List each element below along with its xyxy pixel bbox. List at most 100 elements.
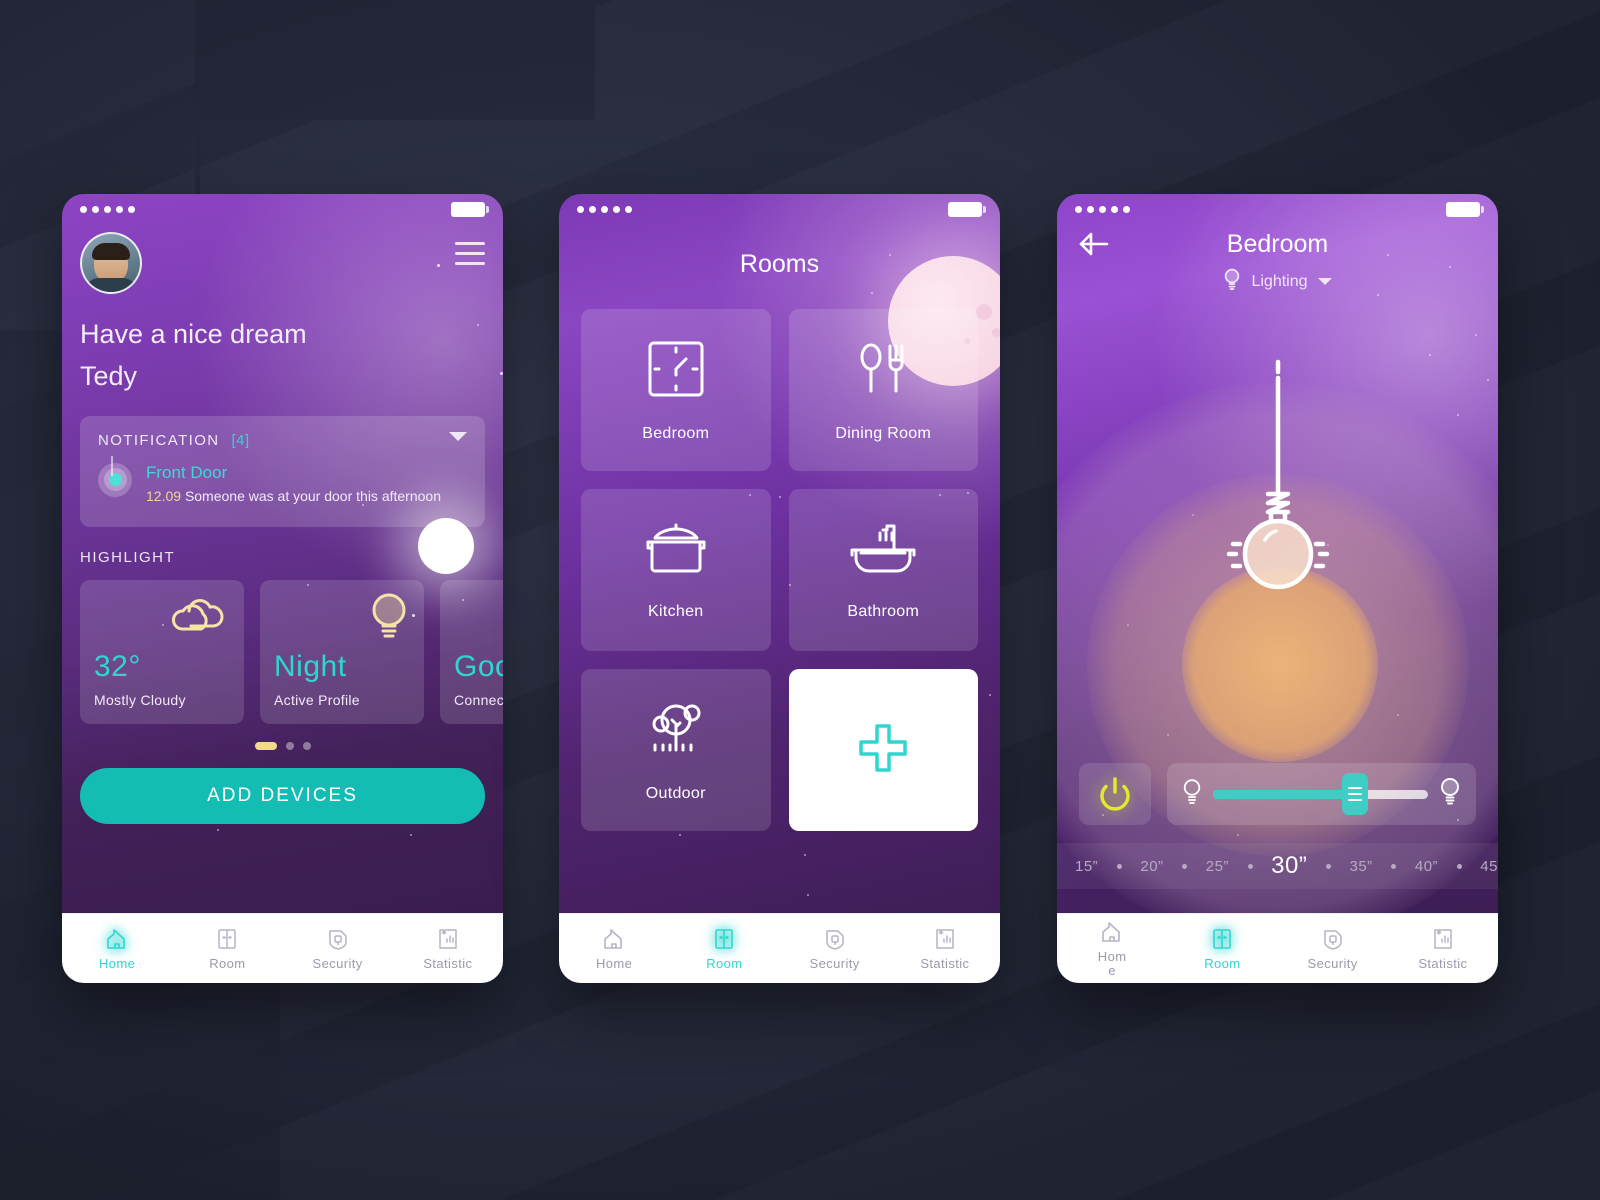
tab-security[interactable]: Security <box>780 926 890 971</box>
tab-home[interactable]: Home <box>559 926 669 971</box>
tab-security[interactable]: Security <box>1278 926 1388 971</box>
page-title: Bedroom <box>1226 230 1329 258</box>
canvas: Have a nice dream Tedy NOTIFICATION [4] … <box>0 0 1600 1200</box>
room-card-dining[interactable]: Dining Room <box>788 309 978 471</box>
pager-dot[interactable] <box>285 741 294 750</box>
slider-track[interactable] <box>1213 773 1428 815</box>
tab-room[interactable]: Room <box>172 926 282 971</box>
phone-screen-home: Have a nice dream Tedy NOTIFICATION [4] … <box>62 194 503 983</box>
room-label: Dining Room <box>835 424 932 442</box>
ruler-tick[interactable]: 15” <box>1075 858 1098 875</box>
tab-statistic[interactable]: Statistic <box>890 926 1000 971</box>
ruler-separator <box>1325 863 1331 869</box>
hamburger-menu-icon[interactable] <box>455 232 485 272</box>
highlight-card-weather[interactable]: 32° Mostly Cloudy <box>80 579 244 724</box>
highlight-label: HIGHLIGHT <box>80 548 176 566</box>
battery-icon <box>451 201 489 217</box>
door-icon <box>1209 926 1235 952</box>
tab-room[interactable]: Room <box>1167 926 1277 971</box>
tab-label: Statistic <box>1418 956 1468 972</box>
notification-count: [4] <box>231 431 250 449</box>
notification-header: NOTIFICATION [4] <box>98 432 467 449</box>
greeting-block: Have a nice dream Tedy <box>80 314 485 398</box>
tab-statistic[interactable]: Statistic <box>393 926 503 971</box>
battery-icon <box>948 201 986 217</box>
greeting-line-2: Tedy <box>80 360 138 391</box>
slider-knob[interactable] <box>1341 773 1368 815</box>
add-devices-button[interactable]: ADD DEVICES <box>80 767 485 824</box>
highlight-card-device[interactable]: Goog Connec <box>440 579 503 724</box>
screen-rooms: Rooms Bedroom Dining Room Kitchen Bathro… <box>559 194 1000 913</box>
lightbulb-icon <box>1223 268 1241 295</box>
avatar[interactable] <box>80 232 142 294</box>
bathtub-shower-icon <box>850 520 916 583</box>
distance-ruler[interactable]: 15” 20” 25” 30” 35” 40” 45 <box>1057 843 1498 889</box>
tab-label: Statistic <box>920 956 970 972</box>
room-label: Kitchen <box>648 602 704 620</box>
tab-label: Home <box>1097 949 1127 978</box>
bottom-tab-bar: Home Room Security Statistic <box>62 913 503 983</box>
ruler-tick-active[interactable]: 30” <box>1271 852 1307 880</box>
highlight-value: Goog <box>454 649 503 683</box>
pager-dot-active[interactable] <box>254 741 277 750</box>
spoon-fork-icon <box>852 338 914 405</box>
lightbulb-dim-icon <box>1181 778 1203 811</box>
highlight-carousel[interactable]: 32° Mostly Cloudy Night Active Profile G… <box>80 579 503 724</box>
room-card-bedroom[interactable]: Bedroom <box>581 309 771 471</box>
notification-message: Someone was at your door this afternoon <box>184 487 441 504</box>
highlight-card-profile[interactable]: Night Active Profile <box>260 579 424 724</box>
add-room-button[interactable] <box>788 669 978 831</box>
slider-fill <box>1213 789 1355 799</box>
ruler-tick[interactable]: 35” <box>1350 858 1373 875</box>
status-bar <box>559 194 1000 224</box>
tab-room[interactable]: Room <box>669 926 779 971</box>
ruler-tick[interactable]: 40” <box>1415 858 1438 875</box>
tab-home[interactable]: Home <box>1057 919 1167 977</box>
door-icon <box>711 926 737 952</box>
brightness-slider[interactable] <box>1167 763 1476 825</box>
rooms-grid: Bedroom Dining Room Kitchen Bathroom Out… <box>581 309 978 831</box>
screen-bedroom: Bedroom Lighting 15” 20” 25” 30” 35” 40”… <box>1057 194 1498 913</box>
chevron-down-icon[interactable] <box>1317 278 1332 285</box>
bottom-tab-bar: Home Room Security Statistic <box>559 913 1000 983</box>
back-arrow-icon[interactable] <box>1077 230 1111 263</box>
room-card-kitchen[interactable]: Kitchen <box>581 489 771 651</box>
ruler-tick[interactable]: 20” <box>1140 858 1163 875</box>
device-selector[interactable]: Lighting <box>1077 268 1478 295</box>
chevron-down-icon[interactable] <box>449 431 467 441</box>
room-label: Outdoor <box>645 784 706 802</box>
ruler-tick[interactable]: 25” <box>1206 858 1229 875</box>
ruler-separator <box>1182 863 1188 869</box>
power-button[interactable] <box>1079 763 1151 825</box>
lightbulb-icon <box>366 590 412 647</box>
tab-label: Security <box>312 956 363 972</box>
lightbulb-bright-icon <box>1438 777 1462 812</box>
bedroom-header: Bedroom Lighting <box>1057 224 1498 295</box>
pager-dot[interactable] <box>302 741 311 750</box>
tab-statistic[interactable]: Statistic <box>1388 926 1498 971</box>
home-icon <box>601 926 627 952</box>
notification-item[interactable]: Front Door 12.09 Someone was at your doo… <box>98 462 467 507</box>
hanging-lightbulb-visual <box>1057 354 1498 634</box>
shield-lock-icon <box>325 926 351 952</box>
carousel-pager[interactable] <box>80 741 485 750</box>
notification-card[interactable]: NOTIFICATION [4] Front Door 12.09 Someon… <box>80 415 485 527</box>
tab-label: Security <box>1307 956 1358 972</box>
notification-time: 12.09 <box>146 487 182 504</box>
ruler-tick[interactable]: 45 <box>1480 858 1498 875</box>
notification-status-dot <box>98 462 132 497</box>
room-card-outdoor[interactable]: Outdoor <box>581 669 771 831</box>
screen-home: Have a nice dream Tedy NOTIFICATION [4] … <box>62 194 503 913</box>
signal-dots <box>80 205 135 213</box>
bottom-tab-bar: Home Room Security Statistic <box>1057 913 1498 983</box>
tab-home[interactable]: Home <box>62 926 172 971</box>
notification-title: NOTIFICATION <box>98 431 220 449</box>
room-card-bathroom[interactable]: Bathroom <box>788 489 978 651</box>
tab-label: Security <box>809 956 860 972</box>
cloud-icon <box>170 590 232 641</box>
tab-label: Room <box>706 956 743 972</box>
status-bar <box>1057 194 1498 224</box>
highlight-sub: Connec <box>454 691 503 708</box>
tab-security[interactable]: Security <box>283 926 393 971</box>
tab-label: Room <box>209 956 246 972</box>
